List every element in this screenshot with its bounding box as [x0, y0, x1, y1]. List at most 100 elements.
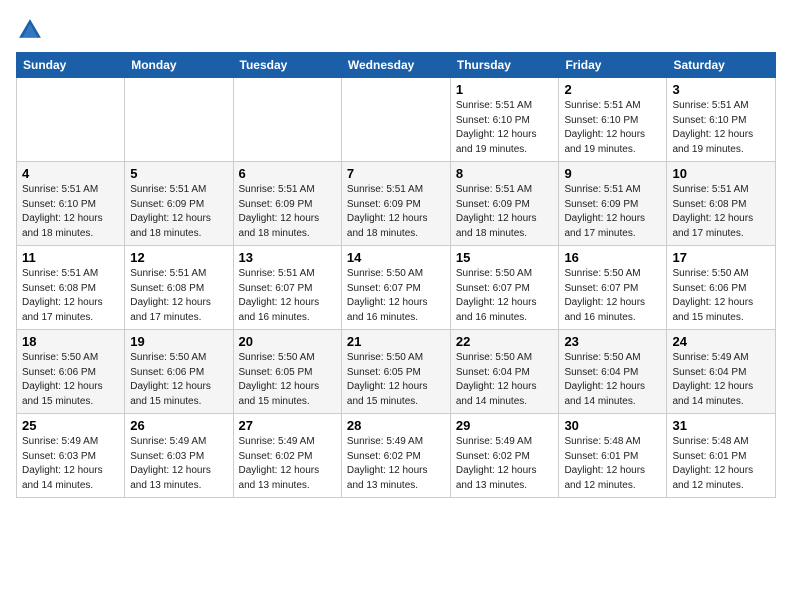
calendar-cell: 30 Sunrise: 5:48 AMSunset: 6:01 PMDayligh…	[559, 414, 667, 498]
calendar-cell: 4Sunrise: 5:51 AMSunset: 6:10 PMDaylight…	[17, 162, 125, 246]
day-number: 7	[347, 166, 445, 181]
calendar-week-row: 18 Sunrise: 5:50 AMSunset: 6:06 PMDayligh…	[17, 330, 776, 414]
calendar-week-row: 4Sunrise: 5:51 AMSunset: 6:10 PMDaylight…	[17, 162, 776, 246]
day-info: Sunrise: 5:51 AMSunset: 6:09 PMDaylight:…	[239, 183, 336, 241]
calendar-cell: 19Sunrise: 5:50 AMSunset: 6:06 PMDayligh…	[125, 330, 233, 414]
calendar-cell: 11Sunrise: 5:51 AMSunset: 6:08 PMDayligh…	[17, 246, 125, 330]
calendar-cell: 29 Sunrise: 5:49 AMSunset: 6:02 PMDayligh…	[450, 414, 559, 498]
day-number: 3	[672, 82, 770, 97]
day-info: Sunrise: 5:50 AMSunset: 6:05 PMDaylight:…	[239, 351, 336, 409]
calendar-cell: 6 Sunrise: 5:51 AMSunset: 6:09 PMDaylight…	[233, 162, 341, 246]
day-number: 31	[672, 418, 770, 433]
day-info: Sunrise: 5:51 AMSunset: 6:09 PMDaylight:…	[130, 183, 227, 241]
day-info: Sunrise: 5:50 AMSunset: 6:04 PMDaylight:…	[564, 351, 661, 409]
day-number: 22	[456, 334, 554, 349]
calendar-cell: 21Sunrise: 5:50 AMSunset: 6:05 PMDayligh…	[341, 330, 450, 414]
calendar-table: SundayMondayTuesdayWednesdayThursdayFrid…	[16, 52, 776, 498]
day-number: 13	[239, 250, 336, 265]
day-info: Sunrise: 5:49 AMSunset: 6:02 PMDaylight:…	[456, 435, 554, 493]
weekday-header-sunday: Sunday	[17, 53, 125, 78]
day-number: 17	[672, 250, 770, 265]
calendar-week-row: 25 Sunrise: 5:49 AMSunset: 6:03 PMDayligh…	[17, 414, 776, 498]
day-info: Sunrise: 5:48 AMSunset: 6:01 PMDaylight:…	[672, 435, 770, 493]
day-number: 1	[456, 82, 554, 97]
day-number: 8	[456, 166, 554, 181]
day-number: 6	[239, 166, 336, 181]
day-number: 24	[672, 334, 770, 349]
calendar-week-row: 1 Sunrise: 5:51 AMSunset: 6:10 PMDaylight…	[17, 78, 776, 162]
calendar-cell	[341, 78, 450, 162]
day-number: 21	[347, 334, 445, 349]
day-info: Sunrise: 5:51 AMSunset: 6:08 PMDaylight:…	[130, 267, 227, 325]
day-number: 29	[456, 418, 554, 433]
day-info: Sunrise: 5:51 AMSunset: 6:09 PMDaylight:…	[347, 183, 445, 241]
calendar-cell: 1 Sunrise: 5:51 AMSunset: 6:10 PMDaylight…	[450, 78, 559, 162]
weekday-header-friday: Friday	[559, 53, 667, 78]
calendar-cell: 28 Sunrise: 5:49 AMSunset: 6:02 PMDayligh…	[341, 414, 450, 498]
weekday-header-monday: Monday	[125, 53, 233, 78]
page-header	[16, 16, 776, 44]
weekday-header-wednesday: Wednesday	[341, 53, 450, 78]
day-number: 18	[22, 334, 119, 349]
day-info: Sunrise: 5:51 AMSunset: 6:10 PMDaylight:…	[22, 183, 119, 241]
day-info: Sunrise: 5:49 AMSunset: 6:02 PMDaylight:…	[239, 435, 336, 493]
day-info: Sunrise: 5:51 AMSunset: 6:07 PMDaylight:…	[239, 267, 336, 325]
calendar-cell: 31 Sunrise: 5:48 AMSunset: 6:01 PMDayligh…	[667, 414, 776, 498]
day-info: Sunrise: 5:51 AMSunset: 6:09 PMDaylight:…	[564, 183, 661, 241]
calendar-cell: 2Sunrise: 5:51 AMSunset: 6:10 PMDaylight…	[559, 78, 667, 162]
calendar-cell: 14 Sunrise: 5:50 AMSunset: 6:07 PMDayligh…	[341, 246, 450, 330]
day-info: Sunrise: 5:51 AMSunset: 6:10 PMDaylight:…	[564, 99, 661, 157]
calendar-cell: 24 Sunrise: 5:49 AMSunset: 6:04 PMDayligh…	[667, 330, 776, 414]
weekday-header-tuesday: Tuesday	[233, 53, 341, 78]
day-info: Sunrise: 5:49 AMSunset: 6:03 PMDaylight:…	[22, 435, 119, 493]
day-info: Sunrise: 5:49 AMSunset: 6:04 PMDaylight:…	[672, 351, 770, 409]
day-info: Sunrise: 5:49 AMSunset: 6:02 PMDaylight:…	[347, 435, 445, 493]
day-number: 10	[672, 166, 770, 181]
calendar-cell: 20Sunrise: 5:50 AMSunset: 6:05 PMDayligh…	[233, 330, 341, 414]
day-number: 26	[130, 418, 227, 433]
calendar-cell	[233, 78, 341, 162]
calendar-cell: 7 Sunrise: 5:51 AMSunset: 6:09 PMDaylight…	[341, 162, 450, 246]
day-number: 23	[564, 334, 661, 349]
calendar-cell: 16 Sunrise: 5:50 AMSunset: 6:07 PMDayligh…	[559, 246, 667, 330]
day-info: Sunrise: 5:50 AMSunset: 6:07 PMDaylight:…	[347, 267, 445, 325]
calendar-cell: 10Sunrise: 5:51 AMSunset: 6:08 PMDayligh…	[667, 162, 776, 246]
day-number: 16	[564, 250, 661, 265]
day-info: Sunrise: 5:50 AMSunset: 6:07 PMDaylight:…	[456, 267, 554, 325]
calendar-cell: 8 Sunrise: 5:51 AMSunset: 6:09 PMDaylight…	[450, 162, 559, 246]
day-number: 19	[130, 334, 227, 349]
day-info: Sunrise: 5:50 AMSunset: 6:06 PMDaylight:…	[22, 351, 119, 409]
weekday-header-thursday: Thursday	[450, 53, 559, 78]
day-number: 28	[347, 418, 445, 433]
day-number: 12	[130, 250, 227, 265]
logo	[16, 16, 48, 44]
day-info: Sunrise: 5:51 AMSunset: 6:08 PMDaylight:…	[22, 267, 119, 325]
calendar-cell: 23 Sunrise: 5:50 AMSunset: 6:04 PMDayligh…	[559, 330, 667, 414]
day-number: 27	[239, 418, 336, 433]
day-info: Sunrise: 5:51 AMSunset: 6:09 PMDaylight:…	[456, 183, 554, 241]
calendar-cell: 13 Sunrise: 5:51 AMSunset: 6:07 PMDayligh…	[233, 246, 341, 330]
day-info: Sunrise: 5:48 AMSunset: 6:01 PMDaylight:…	[564, 435, 661, 493]
calendar-cell: 18 Sunrise: 5:50 AMSunset: 6:06 PMDayligh…	[17, 330, 125, 414]
calendar-cell: 22 Sunrise: 5:50 AMSunset: 6:04 PMDayligh…	[450, 330, 559, 414]
day-number: 25	[22, 418, 119, 433]
day-number: 5	[130, 166, 227, 181]
day-number: 30	[564, 418, 661, 433]
day-info: Sunrise: 5:51 AMSunset: 6:10 PMDaylight:…	[672, 99, 770, 157]
day-info: Sunrise: 5:50 AMSunset: 6:07 PMDaylight:…	[564, 267, 661, 325]
calendar-cell: 5 Sunrise: 5:51 AMSunset: 6:09 PMDaylight…	[125, 162, 233, 246]
calendar-cell: 26Sunrise: 5:49 AMSunset: 6:03 PMDayligh…	[125, 414, 233, 498]
calendar-cell: 9 Sunrise: 5:51 AMSunset: 6:09 PMDaylight…	[559, 162, 667, 246]
day-number: 9	[564, 166, 661, 181]
logo-icon	[16, 16, 44, 44]
day-number: 14	[347, 250, 445, 265]
calendar-cell	[17, 78, 125, 162]
day-info: Sunrise: 5:50 AMSunset: 6:04 PMDaylight:…	[456, 351, 554, 409]
calendar-cell: 15Sunrise: 5:50 AMSunset: 6:07 PMDayligh…	[450, 246, 559, 330]
calendar-cell: 17 Sunrise: 5:50 AMSunset: 6:06 PMDayligh…	[667, 246, 776, 330]
day-info: Sunrise: 5:50 AMSunset: 6:06 PMDaylight:…	[672, 267, 770, 325]
calendar-cell: 12 Sunrise: 5:51 AMSunset: 6:08 PMDayligh…	[125, 246, 233, 330]
day-info: Sunrise: 5:51 AMSunset: 6:10 PMDaylight:…	[456, 99, 554, 157]
calendar-body: 1 Sunrise: 5:51 AMSunset: 6:10 PMDaylight…	[17, 78, 776, 498]
calendar-cell	[125, 78, 233, 162]
